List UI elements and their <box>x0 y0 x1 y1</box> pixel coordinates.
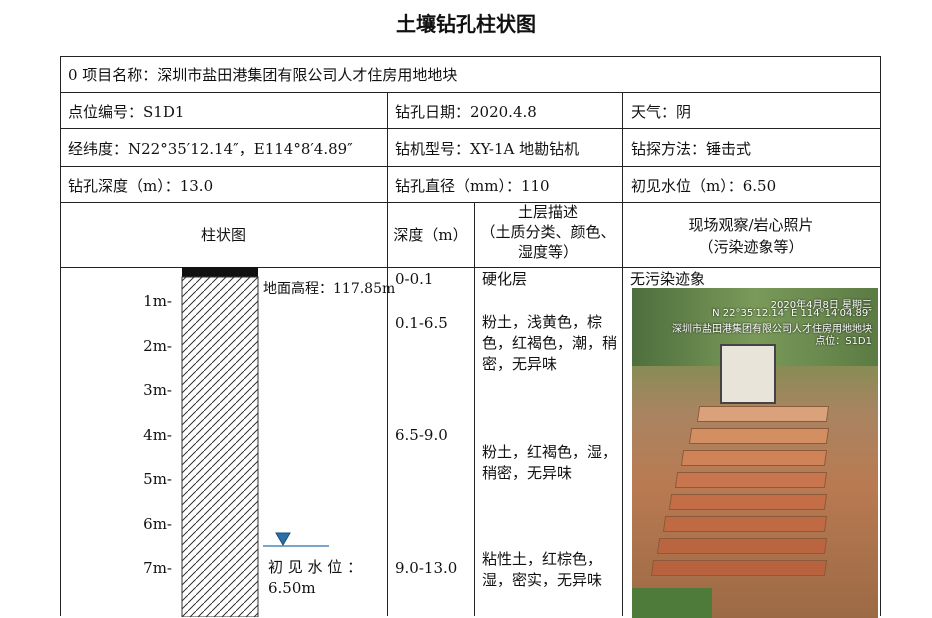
layer-description: 粘性土，红棕色，湿，密实，无异味 <box>482 550 603 589</box>
water-level-label-1: 初 见 水 位 ： <box>268 558 363 576</box>
layer-description: 粉土，浅黄色，棕色，红褐色，潮，稍密，无异味 <box>482 313 618 373</box>
borehole-depth: 钻孔深度（m）：13.0 <box>68 177 214 195</box>
depth-tick: 2m- <box>143 337 172 355</box>
rig-model: 钻机型号：XY-1A 地勘钻机 <box>395 140 580 158</box>
layer-depth: 0.1-6.5 <box>395 314 448 332</box>
layer-depth: 6.5-9.0 <box>395 426 448 444</box>
header-depth: 深度（m） <box>393 226 468 244</box>
borehole-table: 0 项目名称：深圳市盐田港集团有限公司人才住房用地地块 点位编号：S1D1 钻孔… <box>60 56 881 618</box>
core-photo: 2020年4月8日 星期三 N 22°35′12.14″ E 114°14′04… <box>632 288 878 618</box>
water-level-marker <box>263 532 329 547</box>
header-photo: 现场观察/岩心照片 （污染迹象等） <box>688 216 814 256</box>
layer-depth: 0-0.1 <box>395 270 434 288</box>
project-name: 0 项目名称：深圳市盐田港集团有限公司人才住房用地地块 <box>68 66 458 84</box>
depth-tick: 4m- <box>143 426 172 444</box>
layer-description: 粉土，红褐色，湿，稍密，无异味 <box>482 443 618 482</box>
header-column: 柱状图 <box>200 226 246 244</box>
layer-depth: 9.0-13.0 <box>395 559 458 577</box>
photo-coord-stamp: N 22°35′12.14″ E 114°14′04.89″ <box>712 308 872 319</box>
header-description: 土层描述 （土质分类、颜色、 湿度等） <box>480 203 616 261</box>
water-level-label-2: 6.50m <box>268 579 316 597</box>
initial-water-level: 初见水位（m）：6.50 <box>631 177 777 195</box>
depth-tick: 3m- <box>143 381 172 399</box>
point-id: 点位编号：S1D1 <box>68 103 185 121</box>
drill-method: 钻探方法：锤击式 <box>631 140 752 158</box>
depth-tick: 7m- <box>143 559 172 577</box>
borehole-diameter: 钻孔直径（mm）：110 <box>395 177 550 195</box>
borehole-column-graphic <box>181 267 259 617</box>
depth-tick: 6m- <box>143 515 172 533</box>
weather: 天气：阴 <box>631 103 692 121</box>
photo-point-stamp: 点位：S1D1 <box>815 336 872 347</box>
coordinates: 经纬度：N22°35′12.14″，E114°8′4.89″ <box>68 140 353 158</box>
depth-tick: 1m- <box>143 292 172 310</box>
ground-elevation: 地面高程：117.85m <box>263 281 396 297</box>
page-title: 土壤钻孔柱状图 <box>396 12 536 36</box>
layer-description: 硬化层 <box>482 270 528 288</box>
observation-note: 无污染迹象 <box>630 270 706 288</box>
drill-date: 钻孔日期：2020.4.8 <box>395 103 537 121</box>
depth-tick: 5m- <box>143 470 172 488</box>
